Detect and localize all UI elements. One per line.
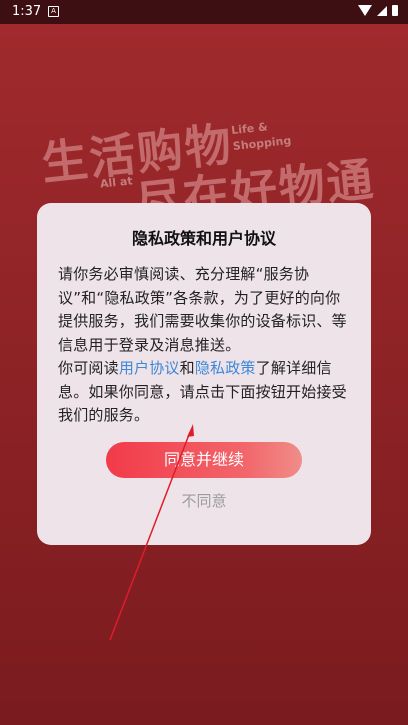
annotation-arrow xyxy=(109,424,194,641)
arrow-line xyxy=(109,431,191,641)
arrow-head xyxy=(187,424,194,437)
navigation-bar xyxy=(0,700,408,725)
